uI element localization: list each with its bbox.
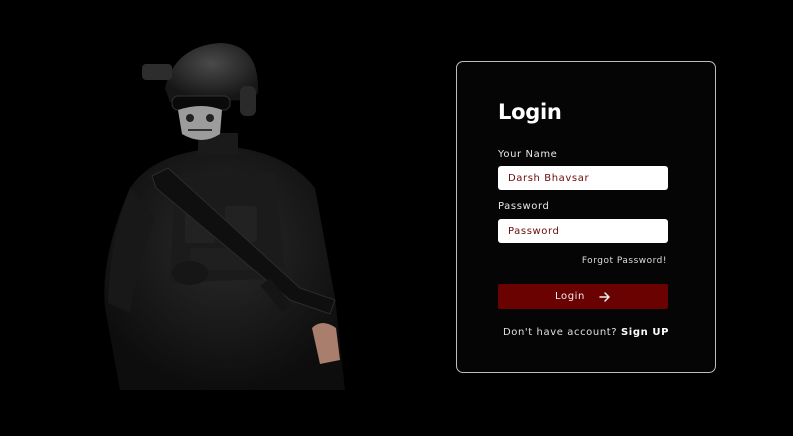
login-card: Login Your Name Darsh Bhavsar Password P…	[456, 61, 716, 373]
soldier-hero-image	[90, 38, 360, 394]
password-input[interactable]: Password	[498, 219, 668, 243]
login-button-label: Login	[555, 291, 585, 302]
signup-prompt: Don't have account?	[502, 327, 618, 338]
signup-row: Don't have account? Sign UP	[457, 327, 715, 338]
name-label: Your Name	[498, 149, 558, 160]
name-input[interactable]: Darsh Bhavsar	[498, 166, 668, 190]
forgot-password-link[interactable]: Forgot Password!	[582, 256, 667, 266]
login-page: Login Your Name Darsh Bhavsar Password P…	[0, 0, 793, 436]
arrow-right-icon	[599, 291, 611, 302]
password-label: Password	[498, 201, 550, 212]
login-title: Login	[498, 100, 562, 124]
login-button[interactable]: Login	[498, 284, 668, 309]
signup-link[interactable]: Sign UP	[621, 327, 669, 338]
